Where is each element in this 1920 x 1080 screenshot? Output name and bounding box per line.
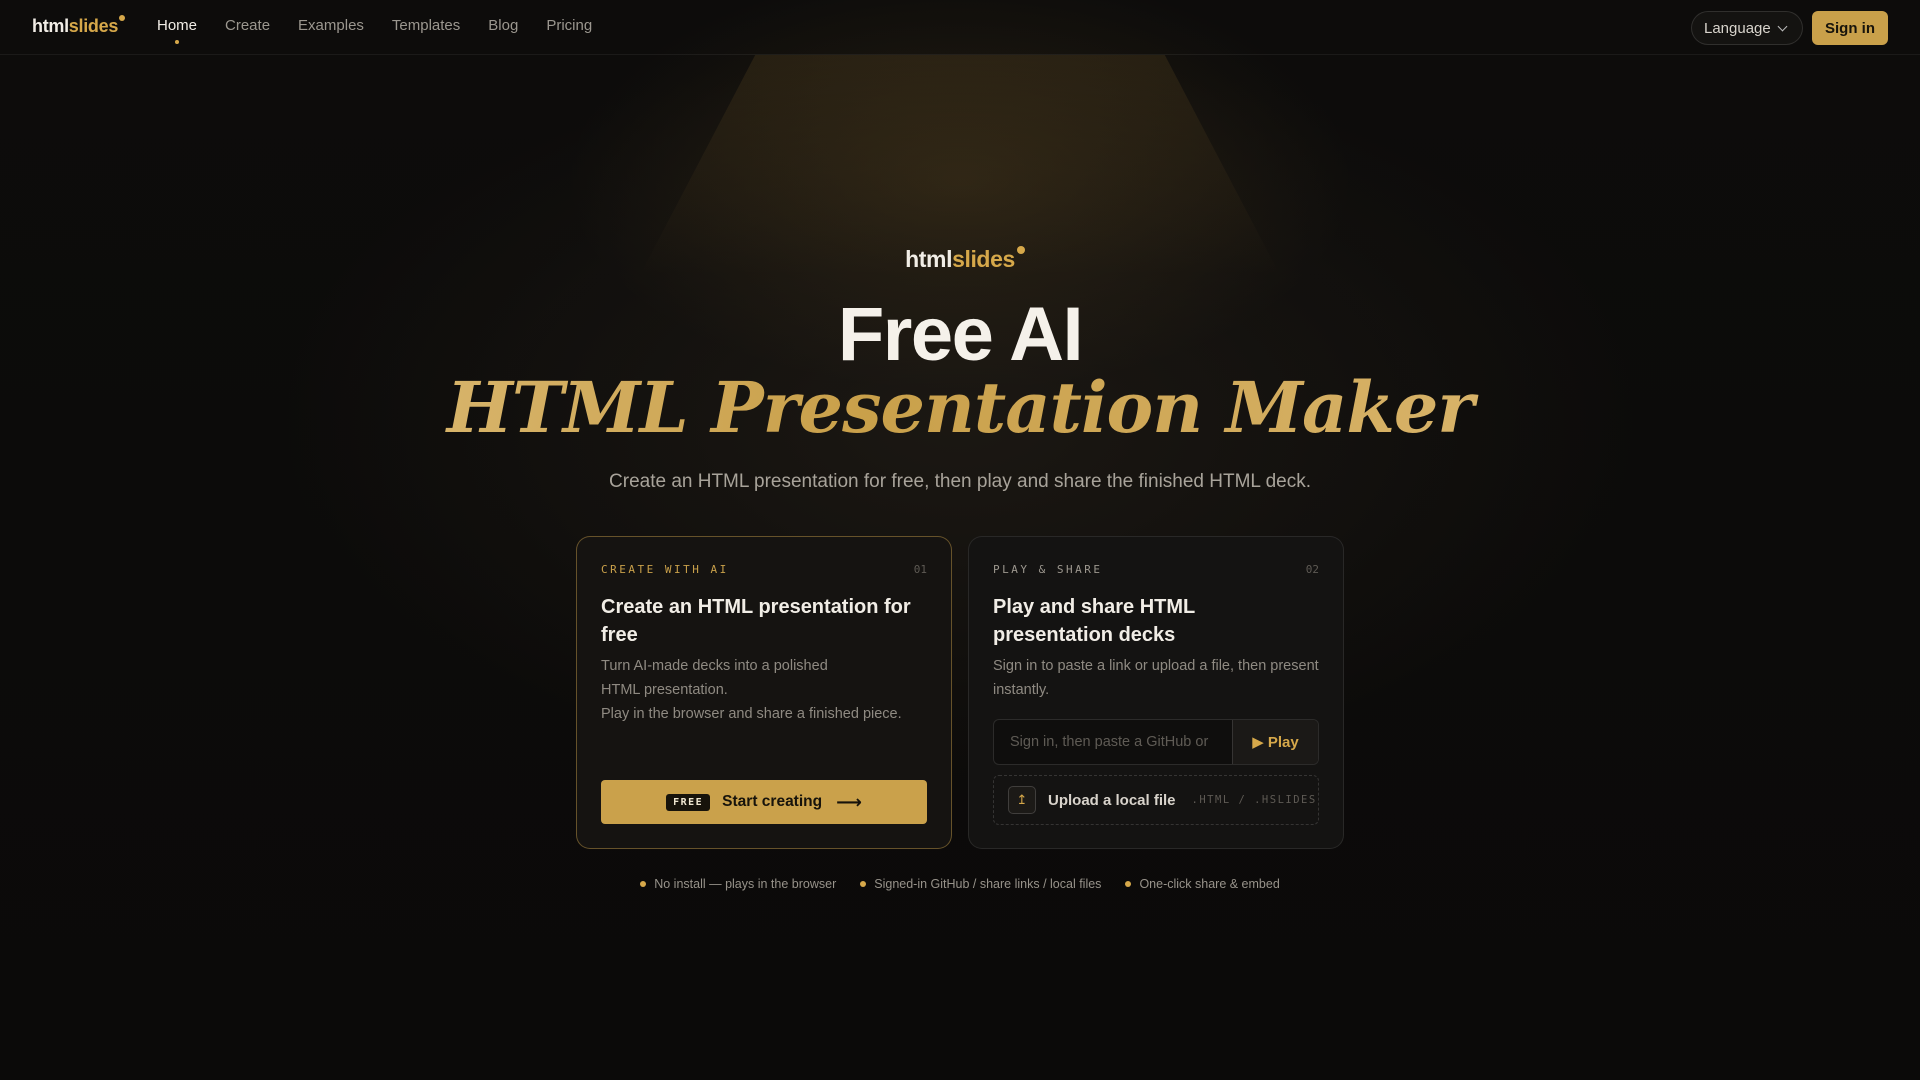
hero-logo-dot: [1016, 246, 1025, 254]
create-card-desc-line: Play in the browser and share a finished…: [601, 706, 902, 722]
feature-text: No install — plays in the browser: [654, 877, 837, 891]
logo-html: html: [32, 16, 69, 36]
nav-link-pricing[interactable]: Pricing: [546, 17, 592, 34]
play-card-number: 02: [1305, 563, 1319, 576]
upload-label: Upload a local file: [1048, 791, 1176, 809]
upload-file-button[interactable]: ↥ Upload a local file .HTML / .HSLIDES: [993, 775, 1319, 825]
create-card-title: Create an HTML presentation for free: [601, 596, 911, 646]
feature-item: No install — plays in the browser: [640, 877, 836, 891]
arrow-right-icon: ⟶: [836, 791, 862, 812]
hero-title-accent: HTML Presentation Maker: [0, 365, 1920, 451]
free-badge: FREE: [666, 793, 711, 811]
create-card-description: Turn AI-made decks into a polished HTML …: [601, 654, 931, 726]
bullet-dot-icon: [1125, 881, 1132, 887]
feature-item: Signed-in GitHub / share links / local f…: [860, 877, 1101, 891]
nav-link-blog[interactable]: Blog: [488, 17, 518, 34]
play-card: PLAY & SHARE 02 Play and share HTML pres…: [968, 536, 1344, 849]
feature-text: One-click share & embed: [1139, 877, 1280, 891]
create-card-desc-line: HTML presentation.: [601, 682, 728, 698]
feature-text: Signed-in GitHub / share links / local f…: [874, 877, 1102, 891]
hero-subtitle: Create an HTML presentation for free, th…: [609, 471, 1311, 492]
feature-list: No install — plays in the browser Signed…: [0, 877, 1920, 891]
nav-link-create[interactable]: Create: [225, 17, 270, 34]
hero-logo: htmlslides: [0, 246, 1920, 273]
create-card-number: 01: [913, 563, 927, 576]
bullet-dot-icon: [640, 881, 647, 887]
top-navigation: htmlslides Home Create Examples Template…: [0, 0, 1920, 55]
nav-links: Home Create Examples Templates Blog Pric…: [157, 17, 620, 44]
deck-url-input[interactable]: [994, 720, 1232, 764]
logo-dot: [119, 15, 126, 21]
nav-link-templates[interactable]: Templates: [392, 17, 460, 34]
start-creating-label: Start creating: [722, 793, 823, 810]
language-selector[interactable]: Language: [1691, 11, 1803, 45]
play-card-description: Sign in to paste a link or upload a file…: [993, 658, 1319, 698]
create-card-desc-line: Turn AI-made decks into a polished: [601, 658, 828, 674]
start-creating-button[interactable]: FREE Start creating ⟶: [601, 780, 927, 824]
play-label: Play: [1267, 733, 1299, 751]
play-url-form: ▶ Play: [993, 719, 1319, 765]
create-card: CREATE WITH AI 01 Create an HTML present…: [576, 536, 952, 849]
play-card-eyebrow: PLAY & SHARE: [993, 563, 1103, 576]
hero-logo-html: html: [905, 246, 953, 272]
bullet-dot-icon: [860, 881, 867, 887]
language-label: Language: [1704, 19, 1771, 37]
upload-file-types: .HTML / .HSLIDES: [1191, 794, 1317, 806]
feature-item: One-click share & embed: [1125, 877, 1280, 891]
sign-in-button[interactable]: Sign in: [1812, 11, 1888, 45]
nav-logo[interactable]: htmlslides: [32, 15, 126, 37]
chevron-down-icon: [1777, 21, 1788, 31]
play-card-title: Play and share HTML presentation decks: [993, 596, 1195, 646]
upload-icon: ↥: [1008, 786, 1036, 814]
nav-link-home[interactable]: Home: [157, 17, 197, 44]
play-button[interactable]: ▶ Play: [1232, 720, 1318, 764]
logo-slides: slides: [68, 16, 119, 36]
play-icon: ▶: [1252, 734, 1264, 751]
nav-link-examples[interactable]: Examples: [298, 17, 364, 34]
hero-logo-slides: slides: [952, 246, 1015, 272]
create-card-eyebrow: CREATE WITH AI: [601, 563, 729, 576]
